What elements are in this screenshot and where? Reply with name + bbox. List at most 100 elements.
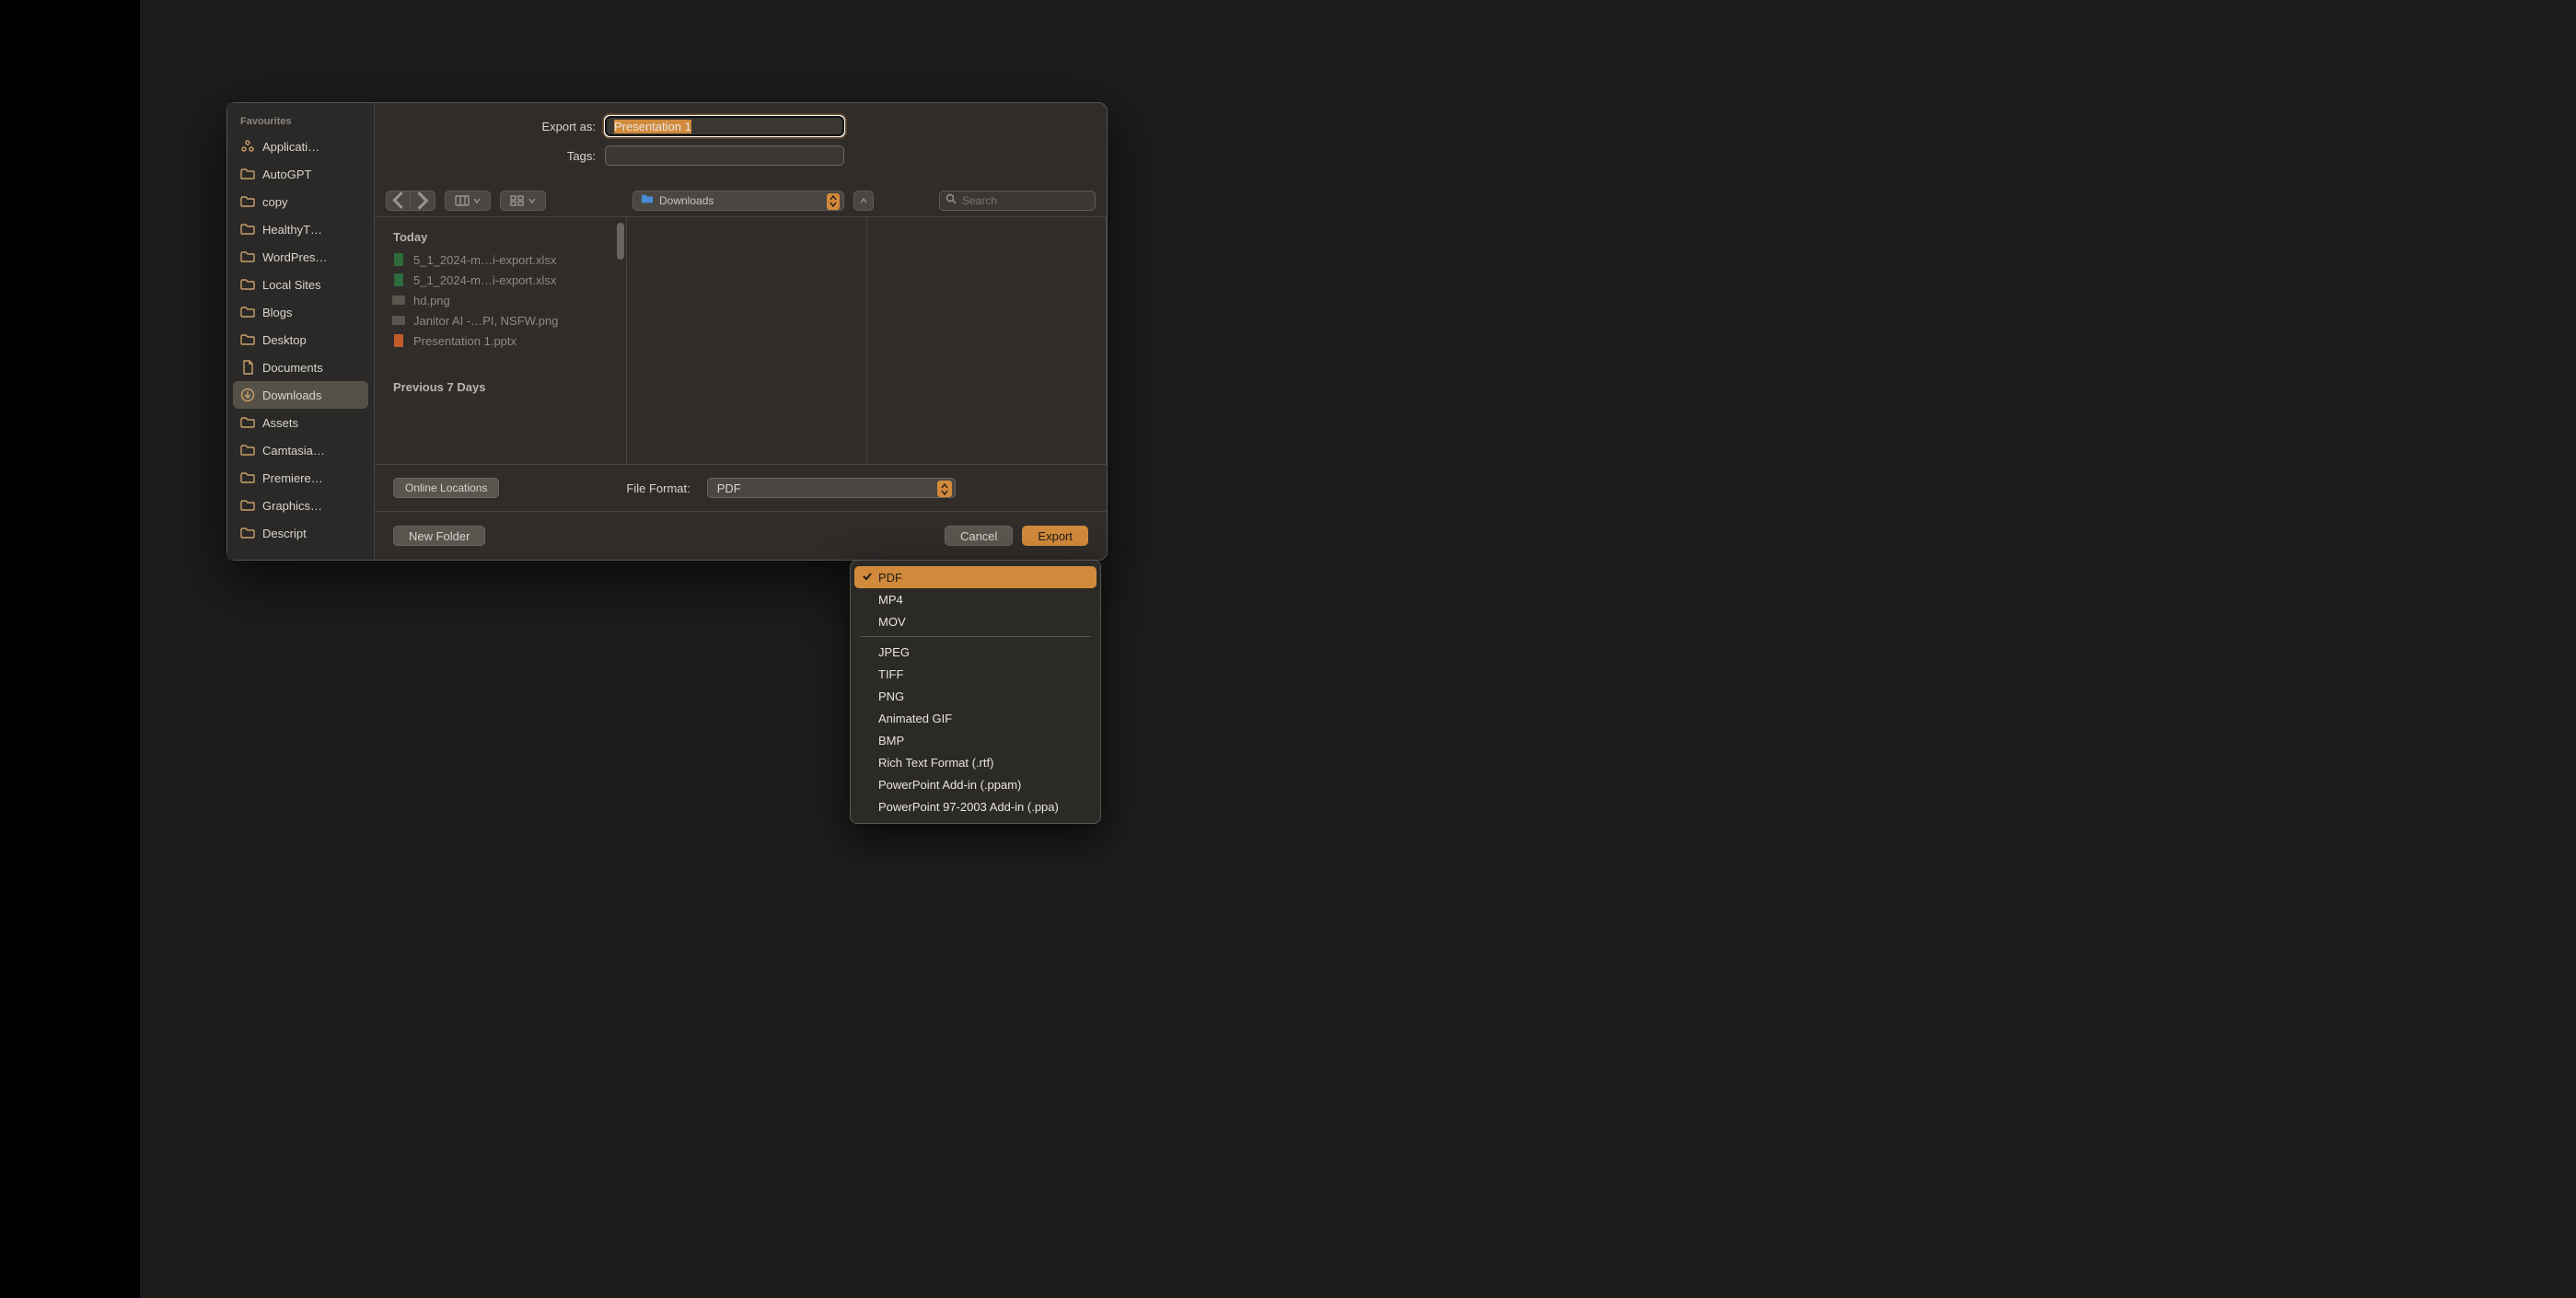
file-format-dropdown: PDFMP4MOV JPEGTIFFPNGAnimated GIFBMPRich …	[850, 560, 1101, 824]
sidebar-item-documents[interactable]: Documents	[227, 353, 374, 381]
format-option-powerpoint-add-in-ppam-[interactable]: PowerPoint Add-in (.ppam)	[854, 773, 1097, 795]
group-header-today: Today	[375, 225, 626, 249]
sidebar-item-downloads[interactable]: Downloads	[233, 381, 368, 409]
folder-icon	[240, 305, 255, 319]
format-option-jpeg[interactable]: JPEG	[854, 641, 1097, 663]
sidebar-item-local-sites[interactable]: Local Sites	[227, 271, 374, 298]
folder-icon	[240, 526, 255, 540]
file-format-label: File Format:	[626, 481, 690, 495]
group-header-prev7: Previous 7 Days	[375, 375, 626, 400]
tags-input[interactable]	[605, 145, 844, 166]
folder-icon	[240, 277, 255, 292]
file-column-1[interactable]: Today 5_1_2024-m…i-export.xlsx 5_1_2024-m…	[375, 217, 627, 464]
format-option-powerpoint-97-2003-add-in-ppa-[interactable]: PowerPoint 97-2003 Add-in (.ppa)	[854, 795, 1097, 817]
export-as-input[interactable]	[605, 116, 844, 136]
sidebar-item-autogpt[interactable]: AutoGPT	[227, 160, 374, 188]
toolbar: Downloads	[375, 184, 1107, 217]
folder-icon	[240, 222, 255, 237]
file-column-2	[627, 217, 867, 464]
sidebar-item-label: HealthyT…	[262, 223, 322, 237]
sidebar-item-camtasia-[interactable]: Camtasia…	[227, 436, 374, 464]
format-option-bmp[interactable]: BMP	[854, 729, 1097, 751]
location-popup-button[interactable]: Downloads	[632, 191, 844, 211]
format-option-pdf[interactable]: PDF	[854, 566, 1097, 588]
file-browser: Today 5_1_2024-m…i-export.xlsx 5_1_2024-m…	[375, 217, 1107, 464]
format-option-tiff[interactable]: TIFF	[854, 663, 1097, 685]
sidebar: Favourites Applicati… AutoGPT copy HealthyT…	[227, 103, 375, 560]
sidebar-item-label: WordPres…	[262, 250, 328, 264]
format-option-mov[interactable]: MOV	[854, 610, 1097, 632]
sidebar-item-label: Graphics…	[262, 499, 322, 513]
sidebar-item-graphics-[interactable]: Graphics…	[227, 492, 374, 519]
tags-label: Tags:	[375, 149, 596, 163]
file-name: Janitor AI -…PI, NSFW.png	[413, 314, 559, 328]
file-icon	[391, 333, 406, 348]
format-option-rich-text-format-rtf-[interactable]: Rich Text Format (.rtf)	[854, 751, 1097, 773]
sidebar-item-descript[interactable]: Descript	[227, 519, 374, 547]
collapse-button[interactable]	[853, 191, 874, 211]
downloads-icon	[240, 388, 255, 402]
sidebar-item-blogs[interactable]: Blogs	[227, 298, 374, 326]
file-name: 5_1_2024-m…i-export.xlsx	[413, 253, 556, 267]
search-input[interactable]	[962, 194, 1105, 207]
updown-icon	[827, 193, 840, 210]
view-arrange-button[interactable]	[500, 191, 546, 211]
sidebar-item-wordpres-[interactable]: WordPres…	[227, 243, 374, 271]
format-option-mp4[interactable]: MP4	[854, 588, 1097, 610]
export-as-label: Export as:	[375, 120, 596, 133]
search-field-container	[939, 191, 1096, 211]
new-folder-button[interactable]: New Folder	[393, 526, 485, 546]
view-mode-columns-button[interactable]	[445, 191, 491, 211]
document-icon	[240, 360, 255, 375]
file-icon	[391, 313, 406, 328]
scrollbar-thumb[interactable]	[617, 223, 624, 260]
sidebar-item-label: Assets	[262, 416, 298, 430]
sidebar-header: Favourites	[227, 112, 374, 133]
file-row[interactable]: 5_1_2024-m…i-export.xlsx	[375, 249, 626, 270]
sidebar-item-copy[interactable]: copy	[227, 188, 374, 215]
file-format-selected: PDF	[717, 481, 741, 495]
sidebar-item-label: copy	[262, 195, 287, 209]
sidebar-item-label: Descript	[262, 527, 307, 540]
online-locations-button[interactable]: Online Locations	[393, 478, 499, 498]
sidebar-item-desktop[interactable]: Desktop	[227, 326, 374, 353]
app-left-strip	[0, 0, 140, 1298]
file-format-select[interactable]: PDF	[707, 478, 956, 498]
export-button[interactable]: Export	[1022, 526, 1088, 546]
sidebar-item-assets[interactable]: Assets	[227, 409, 374, 436]
dropdown-separator	[860, 636, 1091, 637]
dialog-main: Export as: Tags:	[375, 103, 1107, 560]
format-option-png[interactable]: PNG	[854, 685, 1097, 707]
sidebar-item-label: Local Sites	[262, 278, 321, 292]
sidebar-item-healthyt-[interactable]: HealthyT…	[227, 215, 374, 243]
sidebar-item-premiere-[interactable]: Premiere…	[227, 464, 374, 492]
folder-icon	[240, 470, 255, 485]
check-icon	[862, 571, 873, 585]
folder-icon	[240, 194, 255, 209]
file-column-3	[867, 217, 1108, 464]
nav-back-forward	[386, 191, 435, 211]
sidebar-item-label: Blogs	[262, 306, 293, 319]
sidebar-item-applicati-[interactable]: Applicati…	[227, 133, 374, 160]
sidebar-item-label: Downloads	[262, 388, 321, 402]
nav-back-button[interactable]	[387, 191, 411, 211]
export-dialog: Favourites Applicati… AutoGPT copy HealthyT…	[226, 102, 1108, 561]
bottom-bar: New Folder Cancel Export	[375, 512, 1107, 560]
sidebar-item-label: Premiere…	[262, 471, 323, 485]
file-icon	[391, 293, 406, 307]
applications-icon	[240, 139, 255, 154]
sidebar-item-label: Desktop	[262, 333, 307, 347]
file-row[interactable]: hd.png	[375, 290, 626, 310]
updown-icon	[937, 481, 952, 497]
nav-forward-button[interactable]	[411, 191, 435, 211]
file-row[interactable]: Janitor AI -…PI, NSFW.png	[375, 310, 626, 330]
sidebar-item-label: Applicati…	[262, 140, 319, 154]
cancel-button[interactable]: Cancel	[945, 526, 1013, 546]
format-option-animated-gif[interactable]: Animated GIF	[854, 707, 1097, 729]
folder-icon	[240, 443, 255, 458]
file-row[interactable]: Presentation 1.pptx	[375, 330, 626, 351]
folder-icon	[641, 193, 654, 207]
search-icon	[946, 193, 957, 207]
file-name: hd.png	[413, 294, 450, 307]
file-row[interactable]: 5_1_2024-m…i-export.xlsx	[375, 270, 626, 290]
